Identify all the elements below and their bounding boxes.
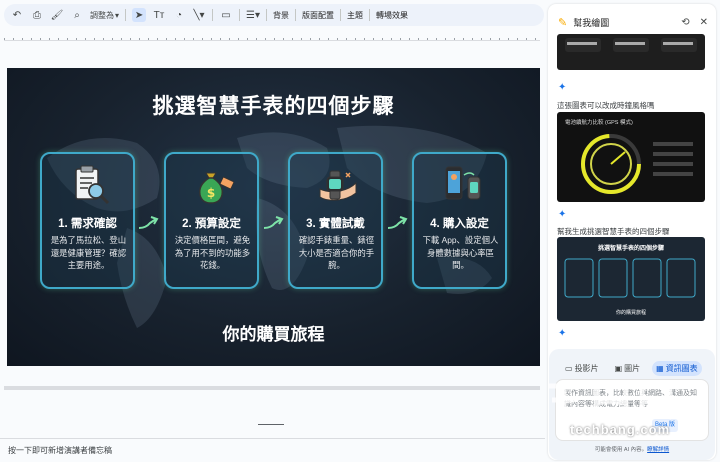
image-icon: ▣ <box>614 364 623 373</box>
step-description: 下載 App、設定個人身體數據與心率區間。 <box>422 235 499 270</box>
thumbnail-title: 挑選智慧手表的四個步驟 <box>597 246 664 252</box>
tab-infographic[interactable]: ▦ 資訊圖表 <box>652 361 702 376</box>
thumbnail-title: 電池續航力比較 (GPS 模式) <box>565 120 633 126</box>
arrow-right-icon <box>263 216 284 229</box>
step-card-1[interactable]: 1. 需求確認 是為了馬拉松、登山還是健康管理？確認主要用途。 <box>40 152 135 289</box>
speaker-notes-placeholder: 按一下即可新增演講者備忘稿 <box>8 446 112 455</box>
step-description: 確認手錶重量、錶徑大小是否適合你的手腕。 <box>298 235 375 270</box>
divider <box>239 9 241 21</box>
tab-image[interactable]: ▣ 圖片 <box>611 361 645 376</box>
slide-icon: ▭ <box>565 364 573 373</box>
step-description: 決定價格區間，避免為了用不到的功能多花錢。 <box>174 235 251 270</box>
close-icon[interactable]: ✕ <box>700 17 708 28</box>
slide-canvas[interactable]: 挑選智慧手表的四個步驟 1. 需求確認 是為了馬拉松、登山還是健康管理？確認主要… <box>7 68 540 366</box>
thumbnail-preview <box>565 38 697 52</box>
clipboard-magnifier-icon <box>68 163 112 207</box>
disclaimer-text: 可能會使用 AI 內容。 <box>594 447 648 453</box>
output-type-tabs: ▭ 投影片 ▣ 圖片 ▦ 資訊圖表 <box>561 361 702 376</box>
toolbar: ↶ ⎙ 🖌 ⌕ 調整為 ▾ ➤ Tт ◔ ╲▾ ▭ ☰▾ 背景 版面配置 主題 轉… <box>4 4 544 26</box>
paint-format-icon[interactable]: 🖌 <box>50 8 64 22</box>
zoom-icon[interactable]: ⌕ <box>70 8 84 22</box>
gemini-sparkle-icon: ✦ <box>558 209 567 220</box>
phone-watch-sync-icon <box>440 163 484 207</box>
step-card-2[interactable]: $ 2. 預算設定 決定價格區間，避免為了用不到的功能多花錢。 <box>164 152 259 289</box>
zoom-dropdown[interactable]: 調整為 ▾ <box>90 10 119 21</box>
panel-title: 幫我繪圖 <box>573 17 610 28</box>
tab-label: 投影片 <box>574 364 599 373</box>
divider <box>295 9 297 21</box>
tab-label: 圖片 <box>624 364 641 373</box>
thumbnail-footer: 你的購買旅程 <box>615 310 646 316</box>
disclaimer: 可能會使用 AI 內容。瞭解詳情 <box>549 445 715 453</box>
step-title: 1. 需求確認 <box>58 218 117 230</box>
theme-button[interactable]: 主題 <box>347 10 363 21</box>
step-description: 是為了馬拉松、登山還是健康管理？確認主要用途。 <box>50 235 127 270</box>
generated-thumbnail-2[interactable]: 電池續航力比較 (GPS 模式) <box>557 112 705 202</box>
layout-button[interactable]: 版面配置 <box>302 10 334 21</box>
divider <box>340 9 342 21</box>
slide-title: 挑選智慧手表的四個步驟 <box>152 95 395 118</box>
align-icon[interactable]: ☰▾ <box>246 8 260 22</box>
tab-slide[interactable]: ▭ 投影片 <box>561 361 603 376</box>
step-title: 2. 預算設定 <box>182 218 241 230</box>
print-icon[interactable]: ⎙ <box>30 8 44 22</box>
divider <box>125 9 127 21</box>
horizontal-ruler <box>4 31 540 41</box>
filmstrip-divider[interactable] <box>4 386 540 390</box>
comment-icon[interactable]: ▭ <box>219 8 233 22</box>
money-bag-icon: $ <box>192 163 236 207</box>
sparkle-pen-icon: ✎ <box>558 16 568 29</box>
slide-footer-text: 你的購買旅程 <box>222 325 325 344</box>
prompt-caption: 幫我生成挑選智慧手表的四個步驟 <box>557 227 670 236</box>
gemini-sparkle-icon: ✦ <box>558 82 567 93</box>
step-card-3[interactable]: 3. 實體試戴 確認手錶重量、錶徑大小是否適合你的手腕。 <box>288 152 383 289</box>
line-icon[interactable]: ╲▾ <box>192 8 206 22</box>
speaker-notes[interactable]: 按一下即可新增演講者備忘稿 <box>0 438 545 462</box>
step-title: 4. 購入設定 <box>430 218 489 230</box>
generated-thumbnail-1[interactable] <box>557 34 705 70</box>
history-icon[interactable]: ⟲ <box>681 17 689 28</box>
text-box-icon[interactable]: Tт <box>152 8 166 22</box>
svg-text:$: $ <box>207 186 215 200</box>
slides-editor: ↶ ⎙ 🖌 ⌕ 調整為 ▾ ➤ Tт ◔ ╲▾ ▭ ☰▾ 背景 版面配置 主題 轉… <box>0 0 720 462</box>
infographic-icon: ▦ <box>656 364 664 373</box>
techbang-watermark: techbang.com <box>540 378 700 442</box>
chevron-down-icon: ▾ <box>115 10 120 20</box>
generated-thumbnail-3[interactable]: 挑選智慧手表的四個步驟 你的購買旅程 <box>557 237 705 321</box>
divider <box>369 9 371 21</box>
prompt-caption: 這張圖表可以改成時鐘風格嗎 <box>557 101 655 110</box>
notes-resize-handle[interactable] <box>258 424 284 425</box>
select-cursor-icon[interactable]: ➤ <box>132 8 147 22</box>
gemini-sparkle-icon: ✦ <box>558 328 567 339</box>
transition-button[interactable]: 轉場效果 <box>376 10 408 21</box>
panel-header: ✎ 幫我繪圖 ⟲ ✕ <box>558 14 708 30</box>
background-button[interactable]: 背景 <box>273 10 289 21</box>
divider <box>266 9 268 21</box>
arrow-right-icon <box>387 216 408 229</box>
undo-icon[interactable]: ↶ <box>10 8 24 22</box>
learn-more-link[interactable]: 瞭解詳情 <box>647 447 669 453</box>
panel-header-actions: ⟲ ✕ <box>681 17 708 28</box>
wrist-watch-icon <box>316 163 360 207</box>
arrow-right-icon <box>138 216 159 229</box>
watermark-logo <box>548 383 674 421</box>
shape-icon[interactable]: ◔ <box>172 8 186 22</box>
tab-label: 資訊圖表 <box>665 364 698 373</box>
step-card-4[interactable]: 4. 購入設定 下載 App、設定個人身體數據與心率區間。 <box>412 152 507 289</box>
watermark-text: techbang.com <box>570 422 671 437</box>
divider <box>212 9 214 21</box>
zoom-label: 調整為 <box>90 10 114 20</box>
step-title: 3. 實體試戴 <box>306 218 365 230</box>
